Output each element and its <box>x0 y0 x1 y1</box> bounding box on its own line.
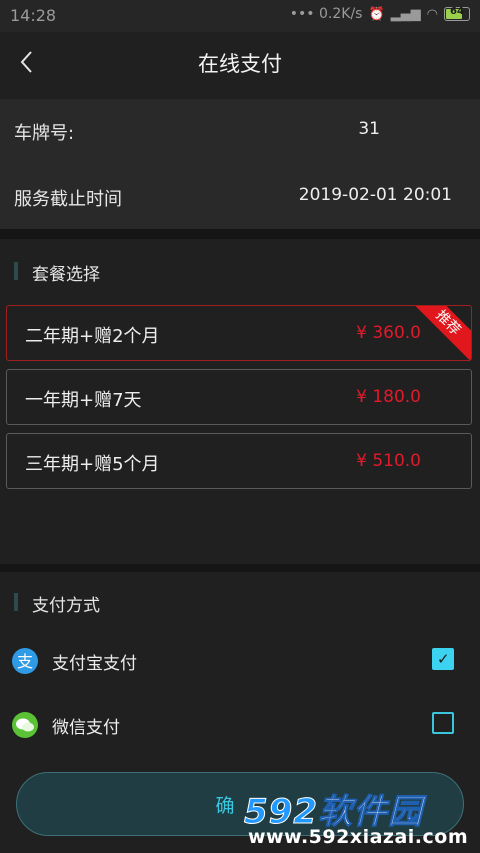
watermark-url: www.592xiazai.com <box>248 826 469 848</box>
check-icon: ✓ <box>437 650 450 668</box>
package-name: 三年期+赠5个月 <box>25 454 160 475</box>
plate-label: 车牌号: <box>14 123 75 144</box>
section-marker <box>14 262 18 280</box>
payment-option-alipay[interactable]: 支 支付宝支付 ✓ <box>0 632 480 692</box>
signal-icon: ▂▄▆ <box>390 6 421 22</box>
package-name: 一年期+赠7天 <box>25 390 142 411</box>
package-section-label: 套餐选择 <box>32 265 100 285</box>
divider <box>0 564 480 572</box>
battery-icon: 64 <box>444 6 470 21</box>
alarm-icon: ⏰ <box>368 6 385 22</box>
package-option-1year[interactable]: 一年期+赠7天 ¥ 180.0 <box>6 369 472 425</box>
alipay-icon: 支 <box>12 648 38 674</box>
deadline-row: 服务截止时间 2019-02-01 20:01 <box>0 165 480 229</box>
page-title: 在线支付 <box>198 52 282 76</box>
alipay-checkbox[interactable]: ✓ <box>432 648 454 670</box>
status-time: 14:28 <box>10 6 57 25</box>
package-price: ¥ 510.0 <box>356 451 421 471</box>
payment-section-title: 支付方式 <box>14 591 100 616</box>
deadline-value: 2019-02-01 20:01 <box>298 185 452 205</box>
network-speed: ••• 0.2K/s <box>289 6 363 22</box>
package-price: ¥ 180.0 <box>356 387 421 407</box>
wifi-icon: ◠ <box>426 6 438 22</box>
watermark-logo: 592软件园 www.592xiazai.com <box>240 782 480 853</box>
wechat-checkbox[interactable] <box>432 712 454 734</box>
alipay-glyph: 支 <box>17 652 33 671</box>
payment-section-label: 支付方式 <box>32 596 100 616</box>
payment-label: 支付宝支付 <box>52 654 137 674</box>
deadline-label: 服务截止时间 <box>14 189 122 210</box>
package-section-title: 套餐选择 <box>14 260 100 285</box>
divider <box>0 229 480 239</box>
status-icons: ••• 0.2K/s ⏰ ▂▄▆ ◠ 64 <box>290 6 470 22</box>
status-bar: 14:28 ••• 0.2K/s ⏰ ▂▄▆ ◠ 64 <box>0 0 480 32</box>
wechat-icon <box>12 712 38 738</box>
vehicle-info: 车牌号: 31 服务截止时间 2019-02-01 20:01 <box>0 99 480 229</box>
package-price: ¥ 360.0 <box>356 323 421 343</box>
plate-value: 31 <box>358 119 380 139</box>
section-marker <box>14 593 18 611</box>
payment-label: 微信支付 <box>52 718 120 738</box>
battery-level: 64 <box>450 6 464 17</box>
app-header: 在线支付 <box>0 32 480 92</box>
payment-option-wechat[interactable]: 微信支付 <box>0 696 480 756</box>
package-option-2year[interactable]: 二年期+赠2个月 ¥ 360.0 推荐 <box>6 305 472 361</box>
wechat-glyph <box>16 718 34 732</box>
package-option-3year[interactable]: 三年期+赠5个月 ¥ 510.0 <box>6 433 472 489</box>
package-name: 二年期+赠2个月 <box>25 326 160 347</box>
plate-row: 车牌号: 31 <box>0 99 480 163</box>
svg-text:支: 支 <box>17 652 33 671</box>
